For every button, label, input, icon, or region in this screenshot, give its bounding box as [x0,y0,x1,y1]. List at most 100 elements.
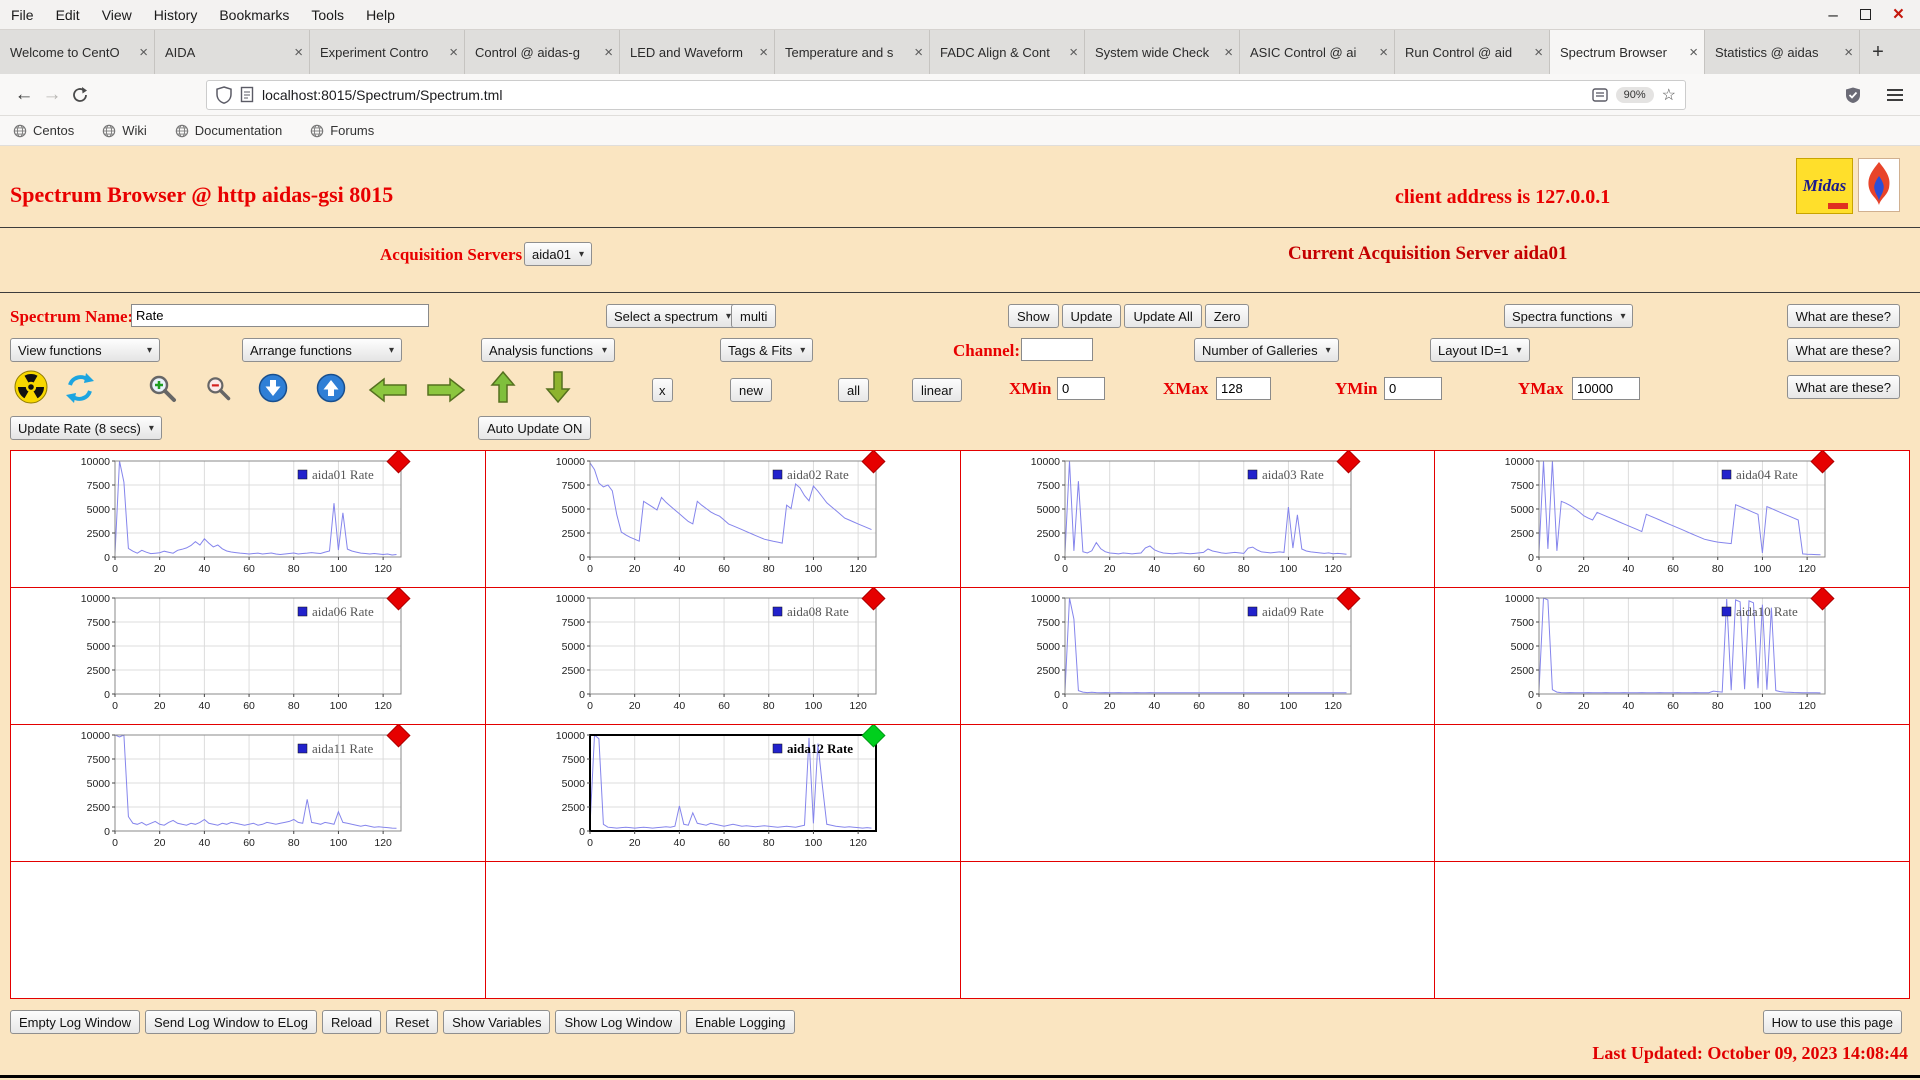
tab-close-icon[interactable]: × [1689,44,1698,61]
tab-statistics-aidas[interactable]: Statistics @ aidas × [1705,30,1860,74]
spectrum-chart-aida02[interactable]: 0 2500 5000 7500 10000 0 20 40 60 80 100 120 aida02 … [486,451,960,587]
ymin-input[interactable] [1384,377,1442,400]
bookmark-wiki[interactable]: Wiki [102,123,147,138]
gallery-cell-aida10[interactable]: 0 2500 5000 7500 10000 0 20 40 60 80 100 120 aida10 … [1435,588,1909,724]
update-button[interactable]: Update [1061,304,1122,328]
zoom-level-badge[interactable]: 90% [1615,86,1654,103]
tab-close-icon[interactable]: × [139,44,148,61]
spectrum-chart-aida09[interactable]: 0 2500 5000 7500 10000 0 20 40 60 80 100 120 aida09 … [961,588,1435,724]
reader-mode-icon[interactable] [1591,87,1608,102]
spectrum-chart-aida06[interactable]: 0 2500 5000 7500 10000 0 20 40 60 80 100 120 aida06 … [11,588,485,724]
bookmark-centos[interactable]: Centos [13,123,74,138]
menu-tools[interactable]: Tools [300,7,355,23]
zoom-out-button[interactable] [204,374,232,402]
tab-close-icon[interactable]: × [449,44,458,61]
linear-button[interactable]: linear [912,378,962,402]
tab-spectrum-browser[interactable]: Spectrum Browser × [1550,30,1705,74]
close-button[interactable]: × [1893,5,1904,24]
reload-button[interactable] [66,86,94,104]
all-button[interactable]: all [838,378,870,402]
menu-hamburger-icon[interactable] [1886,88,1904,102]
what-are-these-button-2[interactable]: What are these? [1786,338,1900,362]
analysis-functions-dropdown[interactable]: Analysis functions [481,338,615,362]
spectrum-chart-aida04[interactable]: 0 2500 5000 7500 10000 0 20 40 60 80 100 120 aida04 … [1435,451,1909,587]
gallery-cell-aida02[interactable]: 0 2500 5000 7500 10000 0 20 40 60 80 100 120 aida02 … [485,451,960,587]
tab-close-icon[interactable]: × [1224,44,1233,61]
page-down-button[interactable] [258,373,288,403]
scroll-up-button[interactable] [490,370,516,404]
bookmark-star-icon[interactable]: ☆ [1662,85,1676,105]
midas-logo[interactable]: Midas [1796,158,1853,214]
minimize-button[interactable]: – [1828,5,1837,25]
auto-update-button[interactable]: Auto Update ON [478,416,592,440]
enable-logging-button[interactable]: Enable Logging [686,1010,795,1034]
gallery-cell-aida06[interactable]: 0 2500 5000 7500 10000 0 20 40 60 80 100 120 aida06 … [11,588,485,724]
bookmark-forums[interactable]: Forums [310,123,374,138]
empty-log-window-button[interactable]: Empty Log Window [10,1010,140,1034]
menu-view[interactable]: View [91,7,143,23]
flame-logo[interactable] [1858,158,1900,212]
show-variables-button[interactable]: Show Variables [443,1010,551,1034]
tab-experiment-contro[interactable]: Experiment Contro × [310,30,465,74]
gallery-cell-aida08[interactable]: 0 2500 5000 7500 10000 0 20 40 60 80 100 120 aida08 … [485,588,960,724]
bookmark-documentation[interactable]: Documentation [175,123,282,138]
extension-shield-icon[interactable] [1844,86,1862,104]
tab-close-icon[interactable]: × [1379,44,1388,61]
zero-button[interactable]: Zero [1204,304,1250,328]
spectrum-chart-aida03[interactable]: 0 2500 5000 7500 10000 0 20 40 60 80 100 120 aida03 … [961,451,1435,587]
gallery-cell-aida03[interactable]: 0 2500 5000 7500 10000 0 20 40 60 80 100 120 aida03 … [960,451,1435,587]
spectrum-name-input[interactable] [131,304,429,327]
menu-bookmarks[interactable]: Bookmarks [208,7,300,23]
what-are-these-button-3[interactable]: What are these? [1786,375,1900,399]
update-all-button[interactable]: Update All [1124,304,1202,328]
show-button[interactable]: Show [1008,304,1059,328]
page-info-icon[interactable] [240,86,254,103]
layout-id-dropdown[interactable]: Layout ID=1 [1430,338,1530,362]
spectrum-chart-aida12[interactable]: 0 2500 5000 7500 10000 0 20 40 60 80 100 120 aida12 … [486,725,960,861]
tab-close-icon[interactable]: × [1534,44,1543,61]
x-button[interactable]: x [652,378,673,402]
xmin-input[interactable] [1057,377,1105,400]
what-are-these-button-1[interactable]: What are these? [1786,304,1900,328]
radiation-button[interactable] [14,370,48,404]
tab-control-aidas-g[interactable]: Control @ aidas-g × [465,30,620,74]
scroll-left-button[interactable] [368,377,408,403]
gallery-cell-aida12[interactable]: 0 2500 5000 7500 10000 0 20 40 60 80 100 120 aida12 … [485,725,960,861]
tab-close-icon[interactable]: × [604,44,613,61]
reset-button[interactable]: Reset [386,1010,439,1034]
xmax-input[interactable] [1216,377,1271,400]
gallery-cell-aida01[interactable]: 0 2500 5000 7500 10000 0 20 40 60 80 100 120 aida01 … [11,451,485,587]
reload-button[interactable]: Reload [321,1010,382,1034]
tab-asic-control-ai[interactable]: ASIC Control @ ai × [1240,30,1395,74]
select-spectrum-dropdown[interactable]: Select a spectrum [606,304,740,328]
scroll-right-button[interactable] [426,377,466,403]
tab-run-control-aid[interactable]: Run Control @ aid × [1395,30,1550,74]
tab-temperature-and-s[interactable]: Temperature and s × [775,30,930,74]
tab-close-icon[interactable]: × [1069,44,1078,61]
spectrum-chart-aida01[interactable]: 0 2500 5000 7500 10000 0 20 40 60 80 100 120 aida01 … [11,451,485,587]
tab-fadc-align-cont[interactable]: FADC Align & Cont × [930,30,1085,74]
channel-input[interactable] [1021,338,1093,361]
tab-close-icon[interactable]: × [914,44,923,61]
send-log-window-to-elog-button[interactable]: Send Log Window to ELog [145,1010,317,1034]
spectra-functions-dropdown[interactable]: Spectra functions [1504,304,1634,328]
new-button[interactable]: new [730,378,772,402]
menu-help[interactable]: Help [355,7,406,23]
tab-aida[interactable]: AIDA × [155,30,310,74]
number-of-galleries-dropdown[interactable]: Number of Galleries [1194,338,1339,362]
tab-welcome-to-cento[interactable]: Welcome to CentO × [0,30,155,74]
tab-close-icon[interactable]: × [1844,44,1853,61]
gallery-cell-aida11[interactable]: 0 2500 5000 7500 10000 0 20 40 60 80 100 120 aida11 … [11,725,485,861]
arrange-functions-dropdown[interactable]: Arrange functions [242,338,402,362]
tab-led-and-waveform[interactable]: LED and Waveform × [620,30,775,74]
menu-file[interactable]: File [0,7,45,23]
acquisition-server-select[interactable]: aida01 [524,242,593,266]
update-rate-dropdown[interactable]: Update Rate (8 secs) [10,416,162,440]
tab-close-icon[interactable]: × [294,44,303,61]
gallery-cell-aida09[interactable]: 0 2500 5000 7500 10000 0 20 40 60 80 100 120 aida09 … [960,588,1435,724]
spectrum-chart-aida11[interactable]: 0 2500 5000 7500 10000 0 20 40 60 80 100 120 aida11 … [11,725,485,861]
ymax-input[interactable] [1572,377,1640,400]
view-functions-dropdown[interactable]: View functions [10,338,160,362]
forward-button[interactable]: → [38,84,66,106]
url-bar[interactable]: localhost:8015/Spectrum/Spectrum.tml 90%… [206,79,1686,110]
